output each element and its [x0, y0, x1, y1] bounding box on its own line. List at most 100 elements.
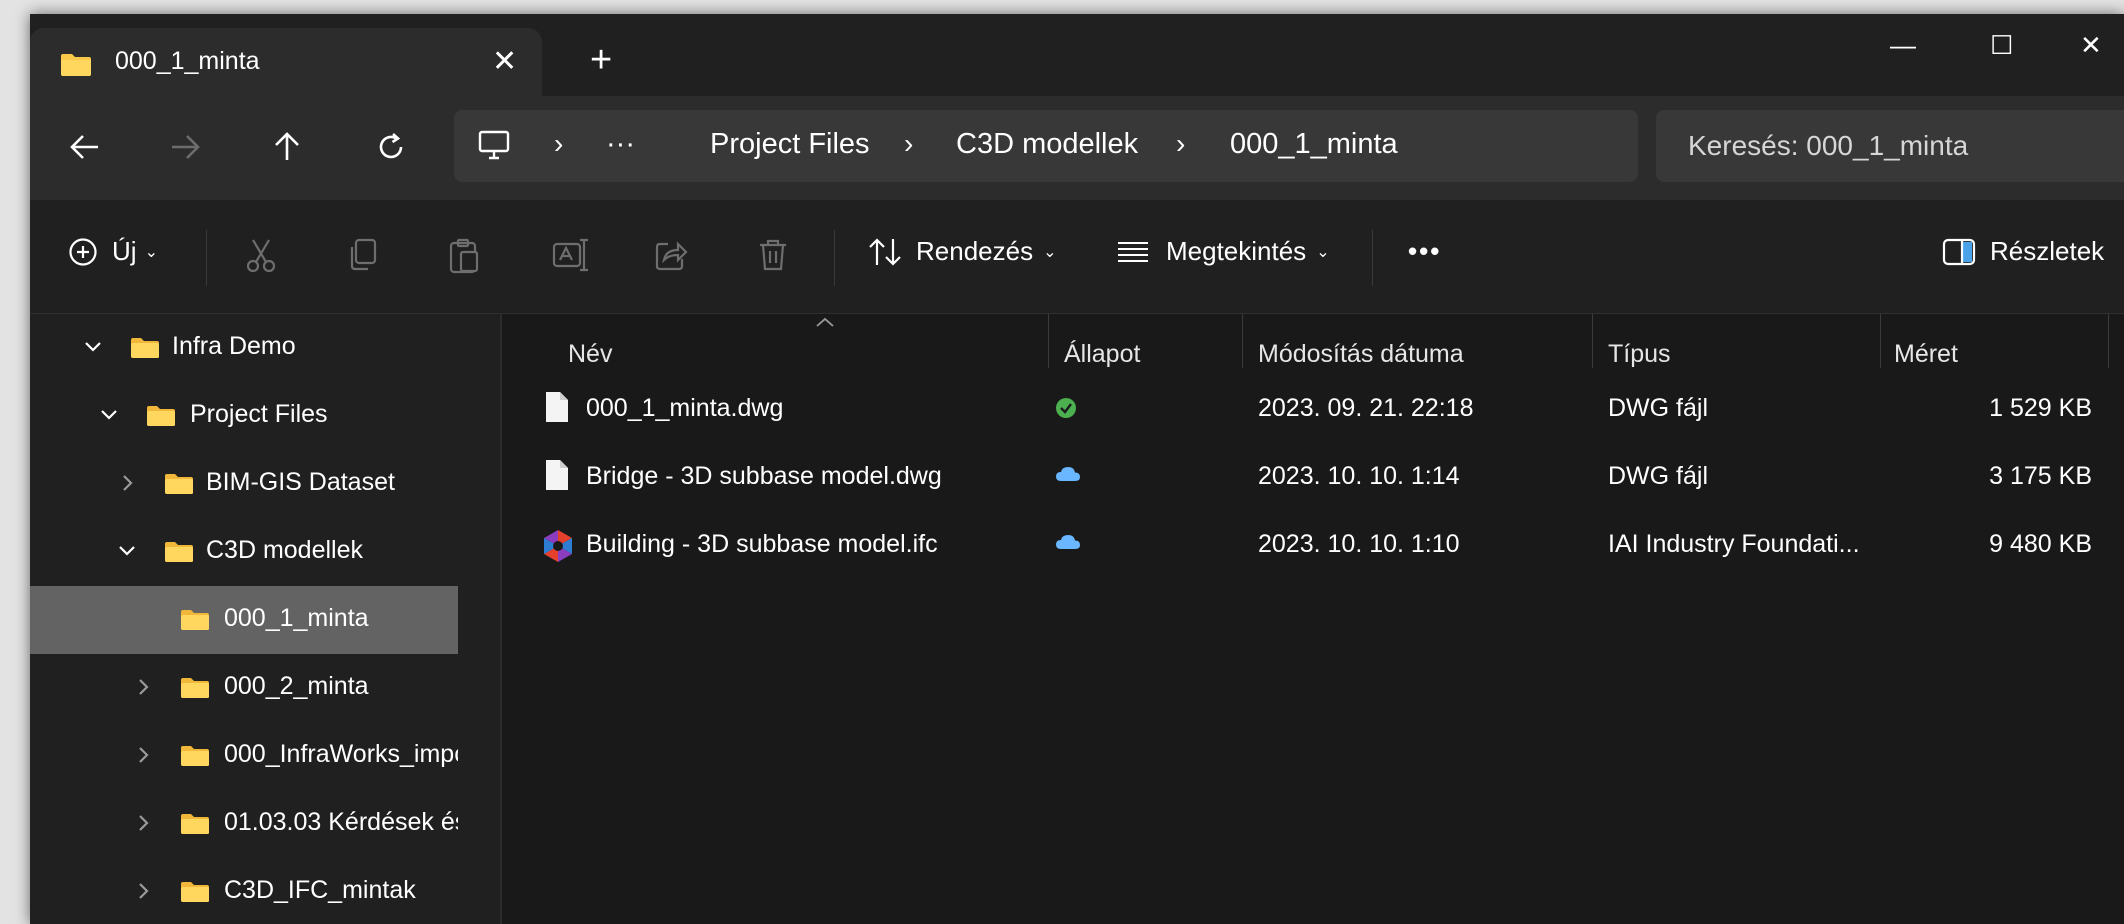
sort-label: Rendezés	[916, 236, 1034, 266]
chevron-down-icon: ⌄	[1043, 243, 1057, 261]
chevron-down-icon	[85, 342, 101, 352]
document-icon	[546, 392, 568, 422]
chevron-right-icon	[139, 883, 149, 899]
tree-item-000-infraworks-import[interactable]: 000_InfraWorks_impc	[30, 722, 458, 790]
refresh-button[interactable]	[366, 122, 416, 172]
computer-icon	[478, 130, 510, 160]
details-label: Részletek	[1990, 236, 2105, 266]
column-header-status[interactable]: Állapot	[1064, 340, 1140, 369]
cut-icon[interactable]	[244, 238, 278, 274]
tree-item-c3d-modellek[interactable]: C3D modellek	[30, 518, 458, 586]
column-divider[interactable]	[1592, 314, 1593, 368]
command-bar: Új ⌄ Rendezés ⌄ Megtekintés ⌄ ••• Részle…	[30, 200, 2124, 314]
divider	[1372, 230, 1373, 286]
sort-button[interactable]: Rendezés ⌄	[868, 236, 1056, 267]
chevron-right-icon: ›	[554, 128, 564, 159]
view-label: Megtekintés	[1166, 236, 1307, 266]
search-input[interactable]: Keresés: 000_1_minta	[1656, 110, 2124, 182]
chevron-right-icon: ›	[1176, 128, 1186, 159]
close-tab-button[interactable]: ✕	[492, 44, 517, 79]
column-header-name[interactable]: Név	[568, 340, 612, 369]
file-list: Név Állapot Módosítás dátuma Típus Méret…	[502, 314, 2124, 924]
copy-icon[interactable]	[346, 238, 378, 272]
tree-item-label: 01.03.03 Kérdések és	[224, 808, 458, 836]
tree-item-c3d-ifc-mintak[interactable]: C3D_IFC_mintak	[30, 858, 458, 924]
column-header-modified[interactable]: Módosítás dátuma	[1258, 340, 1464, 369]
view-lines-icon	[1118, 241, 1148, 262]
forward-button[interactable]	[160, 122, 210, 172]
new-tab-button[interactable]: +	[590, 40, 612, 80]
column-divider[interactable]	[1048, 314, 1049, 368]
chevron-down-icon	[101, 410, 117, 420]
tree-item-label: Project Files	[190, 400, 328, 428]
column-header-size[interactable]: Méret	[1894, 340, 1958, 369]
tab-current-folder[interactable]: 000_1_minta ✕	[30, 28, 542, 96]
navigation-pane: Infra Demo Project Files BIM-GIS Dataset…	[30, 314, 500, 924]
tree-item-label: Infra Demo	[172, 332, 296, 360]
chevron-down-icon: ⌄	[144, 243, 158, 261]
chevron-right-icon	[139, 815, 149, 831]
more-options-button[interactable]: •••	[1408, 236, 1441, 267]
plus-circle-icon	[69, 237, 97, 266]
folder-icon	[165, 474, 193, 494]
tree-item-000-1-minta[interactable]: 000_1_minta	[30, 586, 458, 654]
tree-item-label: 000_2_minta	[224, 672, 369, 700]
folder-icon	[165, 542, 193, 562]
file-size: 1 529 KB	[1989, 394, 2092, 422]
tree-item-bim-gis-dataset[interactable]: BIM-GIS Dataset	[30, 450, 458, 518]
tree-item-project-files[interactable]: Project Files	[30, 382, 458, 450]
breadcrumb-c3d-modellek[interactable]: C3D modellek	[956, 128, 1138, 161]
new-label: Új	[112, 236, 137, 266]
share-icon[interactable]	[654, 238, 688, 272]
maximize-button[interactable]: ☐	[1990, 30, 2013, 61]
tree-item-label: C3D_IFC_mintak	[224, 876, 416, 904]
folder-icon	[181, 678, 209, 698]
divider	[834, 230, 835, 286]
close-window-button[interactable]: ✕	[2080, 30, 2102, 61]
breadcrumb-current-folder[interactable]: 000_1_minta	[1230, 128, 1398, 161]
tab-title: 000_1_minta	[115, 47, 260, 75]
back-button[interactable]	[60, 122, 110, 172]
tree-item-000-2-minta[interactable]: 000_2_minta	[30, 654, 458, 722]
tree-item-label: BIM-GIS Dataset	[206, 468, 395, 496]
file-row[interactable]: 000_1_minta.dwg 2023. 09. 21. 22:18 DWG …	[502, 376, 2124, 444]
file-row[interactable]: Bridge - 3D subbase model.dwg 2023. 10. …	[502, 444, 2124, 512]
tree-item-kerdesek[interactable]: 01.03.03 Kérdések és	[30, 790, 458, 858]
cloud-icon	[1056, 535, 1080, 549]
details-pane-button[interactable]: Részletek	[1942, 236, 2104, 267]
delete-icon[interactable]	[758, 238, 788, 272]
ifc-file-icon	[544, 530, 572, 562]
column-divider[interactable]	[2108, 314, 2109, 368]
folder-icon	[181, 746, 209, 766]
file-row[interactable]: Building - 3D subbase model.ifc 2023. 10…	[502, 512, 2124, 580]
breadcrumb-project-files[interactable]: Project Files	[710, 128, 870, 161]
folder-icon	[181, 814, 209, 834]
folder-icon	[147, 406, 175, 426]
address-bar[interactable]: › ··· Project Files › C3D modellek › 000…	[454, 110, 1638, 182]
file-name: Bridge - 3D subbase model.dwg	[586, 462, 942, 490]
document-icon	[546, 460, 568, 490]
navigation-bar: › ··· Project Files › C3D modellek › 000…	[30, 96, 2124, 200]
minimize-button[interactable]: —	[1890, 30, 1916, 61]
file-type: DWG fájl	[1608, 394, 1708, 422]
rename-icon[interactable]	[552, 238, 588, 272]
paste-icon[interactable]	[448, 238, 480, 274]
view-button[interactable]: Megtekintés ⌄	[1116, 236, 1330, 267]
tree-item-infra-demo[interactable]: Infra Demo	[30, 314, 458, 382]
sort-ascending-icon	[816, 317, 834, 327]
column-divider[interactable]	[1880, 314, 1881, 368]
chevron-down-icon: ⌄	[1316, 243, 1330, 261]
folder-icon	[181, 610, 209, 630]
folder-icon	[61, 54, 91, 76]
up-button[interactable]	[262, 122, 312, 172]
column-header-type[interactable]: Típus	[1608, 340, 1671, 369]
column-divider[interactable]	[1242, 314, 1243, 368]
file-name: 000_1_minta.dwg	[586, 394, 784, 422]
synced-check-icon	[1056, 398, 1076, 418]
divider	[206, 230, 207, 286]
breadcrumb-more[interactable]: ···	[606, 128, 635, 161]
file-type: DWG fájl	[1608, 462, 1708, 490]
new-button[interactable]: Új ⌄	[68, 236, 158, 267]
file-explorer-window: 000_1_minta ✕ + — ☐ ✕ › ··· Project File…	[30, 14, 2124, 924]
file-modified: 2023. 10. 10. 1:10	[1258, 530, 1460, 558]
